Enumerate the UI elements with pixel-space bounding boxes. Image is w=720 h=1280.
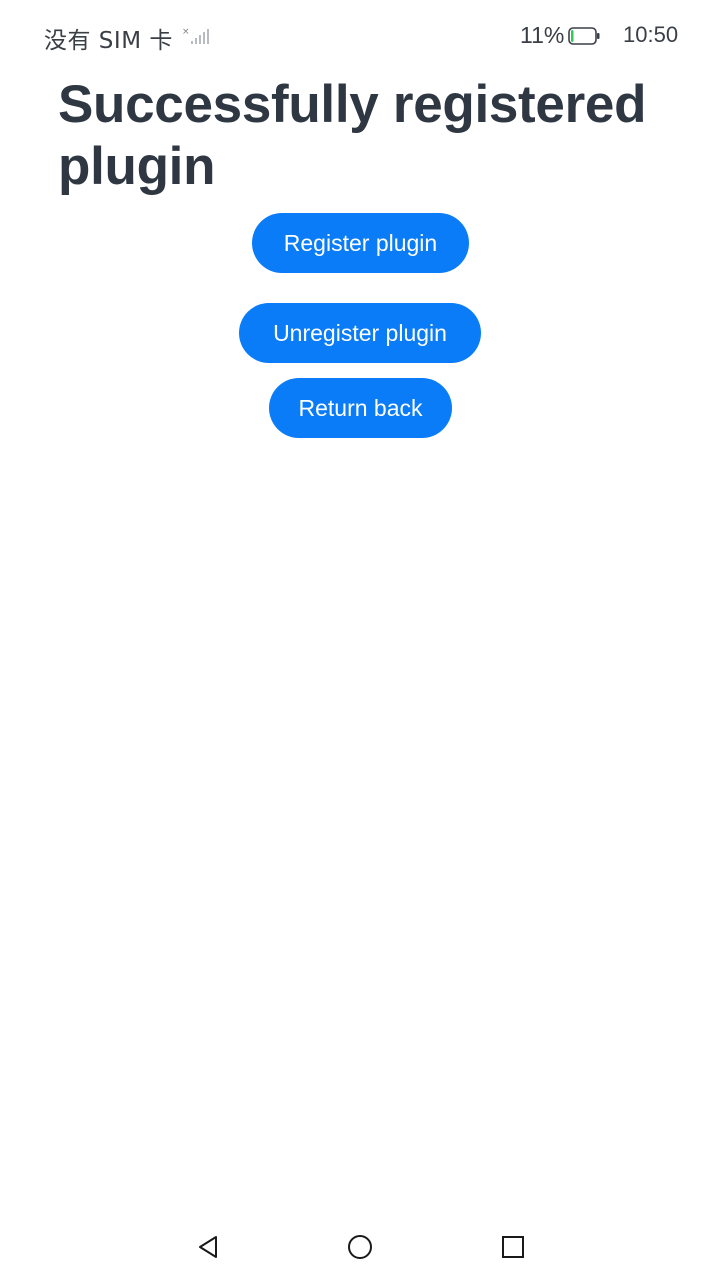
- signal-icon: ×: [182, 26, 210, 46]
- battery-icon: [568, 27, 600, 45]
- back-triangle-icon[interactable]: [191, 1230, 225, 1264]
- page-title: Successfully registered plugin: [58, 75, 647, 196]
- battery-percent: 11%: [520, 22, 565, 48]
- carrier-label: 没有 SIM 卡: [44, 28, 173, 54]
- clock: 10:50: [623, 22, 679, 47]
- unregister-plugin-button[interactable]: Unregister plugin: [239, 303, 481, 363]
- status-bar: 没有 SIM 卡 × 11% 10:50: [0, 0, 720, 72]
- register-plugin-button[interactable]: Register plugin: [252, 213, 469, 273]
- recent-square-icon[interactable]: [496, 1230, 530, 1264]
- svg-text:×: ×: [182, 27, 190, 37]
- return-back-button[interactable]: Return back: [269, 378, 452, 438]
- home-circle-icon[interactable]: [343, 1230, 377, 1264]
- navigation-bar: [0, 1210, 720, 1280]
